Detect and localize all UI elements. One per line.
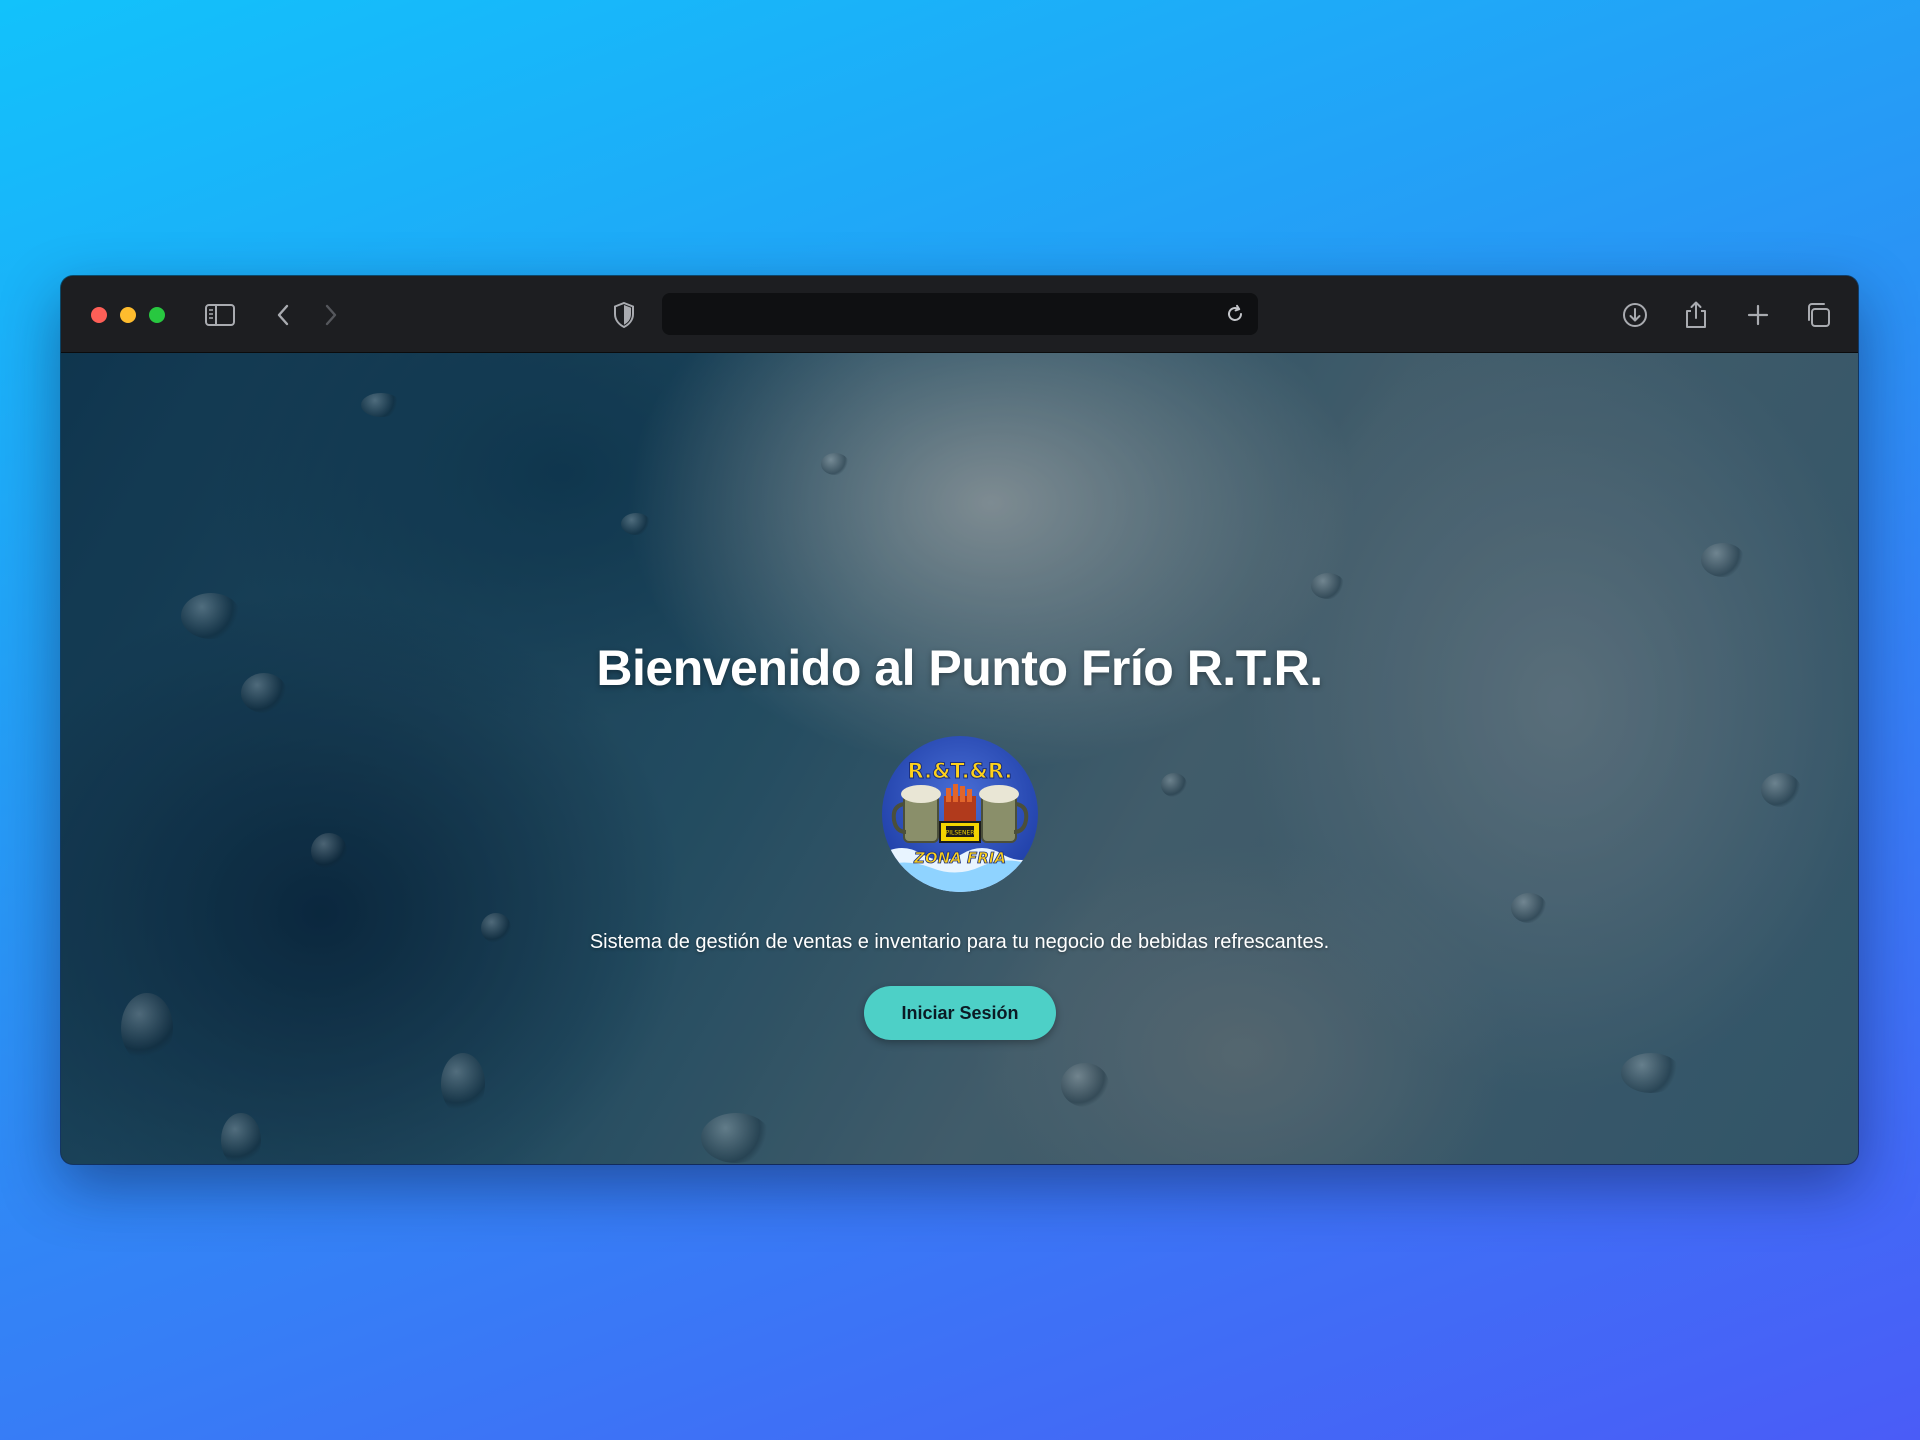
browser-toolbar: [61, 276, 1858, 353]
share-icon[interactable]: [1679, 298, 1713, 332]
back-icon[interactable]: [266, 298, 300, 332]
sidebar-icon[interactable]: [203, 298, 237, 332]
page-content: Bienvenido al Punto Frío R.T.R. PILSENER…: [61, 353, 1858, 1164]
address-bar[interactable]: [662, 293, 1258, 335]
forward-icon[interactable]: [314, 298, 348, 332]
page-title: Bienvenido al Punto Frío R.T.R.: [596, 640, 1323, 696]
shield-icon[interactable]: [607, 298, 641, 332]
browser-window: Bienvenido al Punto Frío R.T.R. PILSENER…: [61, 276, 1858, 1164]
logo-top-text: R.&T.&R.: [908, 759, 1013, 783]
reload-icon[interactable]: [1218, 297, 1252, 331]
download-icon[interactable]: [1618, 298, 1652, 332]
zoom-window-button[interactable]: [149, 307, 165, 323]
logo-badge-text: PILSENER: [946, 830, 975, 837]
new-tab-icon[interactable]: [1741, 298, 1775, 332]
page-description: Sistema de gestión de ventas e inventari…: [589, 931, 1330, 953]
logo-bottom-text: ZONA FRIA: [913, 849, 1006, 867]
login-button[interactable]: Iniciar Sesión: [864, 986, 1056, 1040]
minimize-window-button[interactable]: [120, 307, 136, 323]
tabs-overview-icon[interactable]: [1801, 298, 1835, 332]
brand-logo: PILSENER R.&T.&R. ZONA FRIA: [882, 736, 1038, 892]
close-window-button[interactable]: [91, 307, 107, 323]
